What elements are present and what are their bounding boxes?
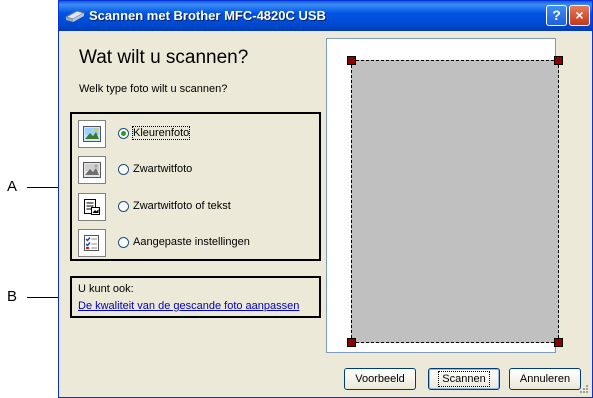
title-bar[interactable]: Scannen met Brother MFC-4820C USB ? × [59, 1, 592, 31]
custom-settings-icon[interactable] [78, 229, 106, 257]
window-title: Scannen met Brother MFC-4820C USB [89, 8, 326, 23]
callout-a: A [7, 178, 18, 195]
scanner-icon [65, 10, 85, 22]
option-color-photo[interactable]: Kleurenfoto [78, 120, 314, 148]
crop-handle-top-left[interactable] [347, 56, 356, 65]
scan-dialog: Scannen met Brother MFC-4820C USB ? × Wa… [58, 0, 593, 398]
scan-preview-pane [326, 38, 563, 353]
adjust-quality-link[interactable]: De kwaliteit van de gescande foto aanpas… [78, 300, 299, 312]
cancel-button-label: Annuleren [519, 373, 571, 385]
crop-handle-top-right[interactable] [554, 56, 563, 65]
scan-area[interactable] [351, 60, 559, 343]
you-can-also-label: U kunt ook: [78, 283, 134, 295]
color-photo-icon[interactable] [78, 120, 106, 148]
you-can-also-panel: U kunt ook: De kwaliteit van de gescande… [70, 276, 321, 318]
option-label[interactable]: Aangepaste instellingen [133, 236, 250, 248]
callout-b: B [7, 288, 18, 305]
help-button[interactable]: ? [546, 5, 567, 26]
scan-button-label: Scannen [438, 371, 490, 387]
close-button[interactable]: × [569, 5, 590, 26]
cancel-button[interactable]: Annuleren [509, 368, 581, 390]
radio-color-photo[interactable] [118, 128, 129, 139]
option-grayscale-photo[interactable]: Zwartwitfoto [78, 156, 314, 184]
page-title: Wat wilt u scannen? [79, 47, 249, 68]
radio-custom-settings[interactable] [118, 237, 129, 248]
option-label[interactable]: Zwartwitfoto of tekst [133, 200, 231, 212]
radio-grayscale-photo[interactable] [118, 164, 129, 175]
crop-handle-bottom-left[interactable] [347, 338, 356, 347]
preview-button-label: Voorbeeld [355, 373, 405, 385]
option-label[interactable]: Kleurenfoto [131, 126, 191, 140]
option-bw-text[interactable]: Zwartwitfoto of tekst [78, 193, 314, 221]
resize-grip-icon[interactable] [579, 384, 589, 394]
option-label[interactable]: Zwartwitfoto [133, 163, 192, 175]
crop-handle-bottom-right[interactable] [554, 338, 563, 347]
page-subtitle: Welk type foto wilt u scannen? [79, 83, 228, 95]
option-custom-settings[interactable]: Aangepaste instellingen [78, 229, 314, 257]
bw-text-icon[interactable] [78, 193, 106, 221]
photo-type-group: Kleurenfoto Zwartwitfoto Zwartwitfoto of… [70, 112, 321, 261]
scan-button[interactable]: Scannen [428, 368, 500, 390]
radio-bw-text[interactable] [118, 201, 129, 212]
grayscale-photo-icon[interactable] [78, 156, 106, 184]
preview-button[interactable]: Voorbeeld [344, 368, 416, 390]
